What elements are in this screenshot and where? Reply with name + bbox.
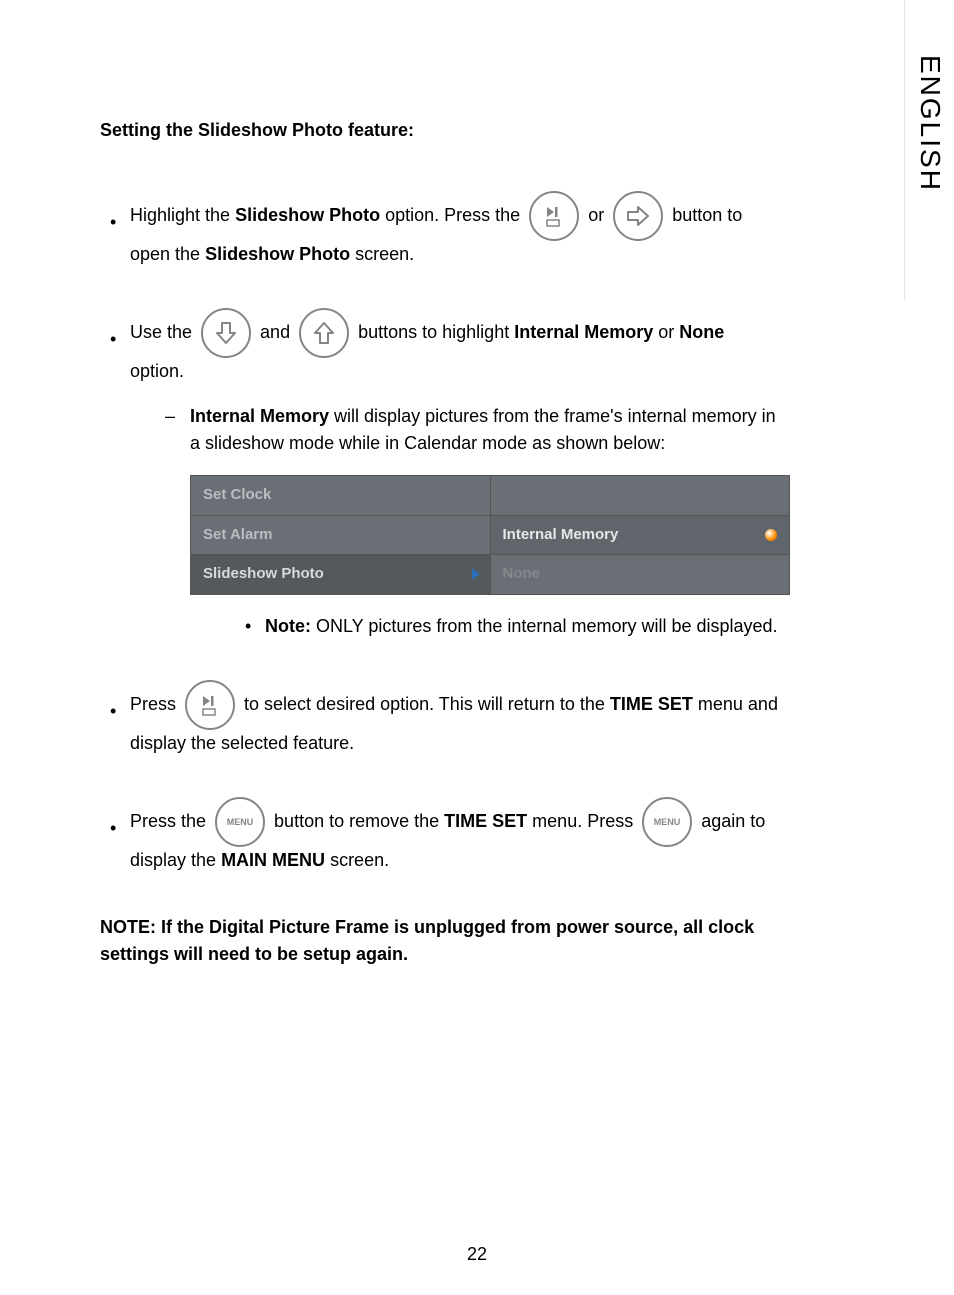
menu-screenshot-table: Set Clock Set Alarm Internal Memory Slid…: [190, 475, 790, 595]
sub-note: Note: ONLY pictures from the internal me…: [130, 613, 780, 640]
bullet-highlight-slideshow: Highlight the Slideshow Photo option. Pr…: [100, 191, 780, 268]
menu-cell-highlighted: Slideshow Photo: [191, 555, 491, 595]
text: button to remove the: [269, 810, 444, 830]
arrow-right-icon: [613, 191, 663, 241]
arrow-down-icon: [201, 308, 251, 358]
text: Press: [130, 693, 181, 713]
text-bold: TIME SET: [610, 693, 693, 713]
text: screen.: [325, 850, 389, 870]
arrow-up-icon: [299, 308, 349, 358]
text: option.: [130, 361, 184, 381]
bullet-press-select: Press to select desired option. This wil…: [100, 680, 780, 757]
text: buttons to highlight: [353, 322, 514, 342]
play-pause-icon: [529, 191, 579, 241]
text-bold: TIME SET: [444, 810, 527, 830]
text-bold: MAIN MENU: [221, 850, 325, 870]
menu-cell-selected: Internal Memory: [490, 515, 790, 555]
language-label: ENGLISH: [914, 55, 946, 192]
page-number: 22: [467, 1244, 487, 1265]
language-side-tab: ENGLISH: [904, 0, 954, 300]
text-bold: Internal Memory: [514, 322, 653, 342]
text-bold: Note:: [265, 616, 311, 636]
page-content: Setting the Slideshow Photo feature: Hig…: [0, 0, 880, 968]
menu-cell: Set Clock: [191, 476, 491, 516]
svg-text:MENU: MENU: [227, 817, 254, 827]
text: screen.: [350, 244, 414, 264]
menu-cell: Set Alarm: [191, 515, 491, 555]
text: to select desired option. This will retu…: [239, 693, 610, 713]
text: ONLY pictures from the internal memory w…: [311, 616, 778, 636]
bullet-use-arrows: Use the and buttons to highlight Interna…: [100, 308, 780, 640]
text: or: [583, 205, 609, 225]
text: or: [653, 322, 679, 342]
sub-internal-memory: Internal Memory will display pictures fr…: [130, 403, 780, 457]
bullet-press-menu: Press the MENU button to remove the TIME…: [100, 797, 780, 874]
text-bold: Slideshow Photo: [235, 205, 380, 225]
text: Use the: [130, 322, 197, 342]
text: option. Press the: [380, 205, 525, 225]
text: menu. Press: [527, 810, 638, 830]
caret-right-icon: [472, 568, 480, 580]
selection-dot-icon: [765, 529, 777, 541]
text: and: [255, 322, 295, 342]
text-bold: None: [679, 322, 724, 342]
svg-text:MENU: MENU: [654, 817, 681, 827]
note-power-warning: NOTE: If the Digital Picture Frame is un…: [100, 914, 780, 968]
text: Highlight the: [130, 205, 235, 225]
text-bold: Internal Memory: [190, 406, 329, 426]
menu-button-icon: MENU: [215, 797, 265, 847]
section-heading: Setting the Slideshow Photo feature:: [100, 120, 780, 141]
text-bold: Slideshow Photo: [205, 244, 350, 264]
text: Press the: [130, 810, 211, 830]
menu-cell: None: [490, 555, 790, 595]
play-pause-icon: [185, 680, 235, 730]
menu-cell-empty: [490, 476, 790, 516]
menu-button-icon: MENU: [642, 797, 692, 847]
